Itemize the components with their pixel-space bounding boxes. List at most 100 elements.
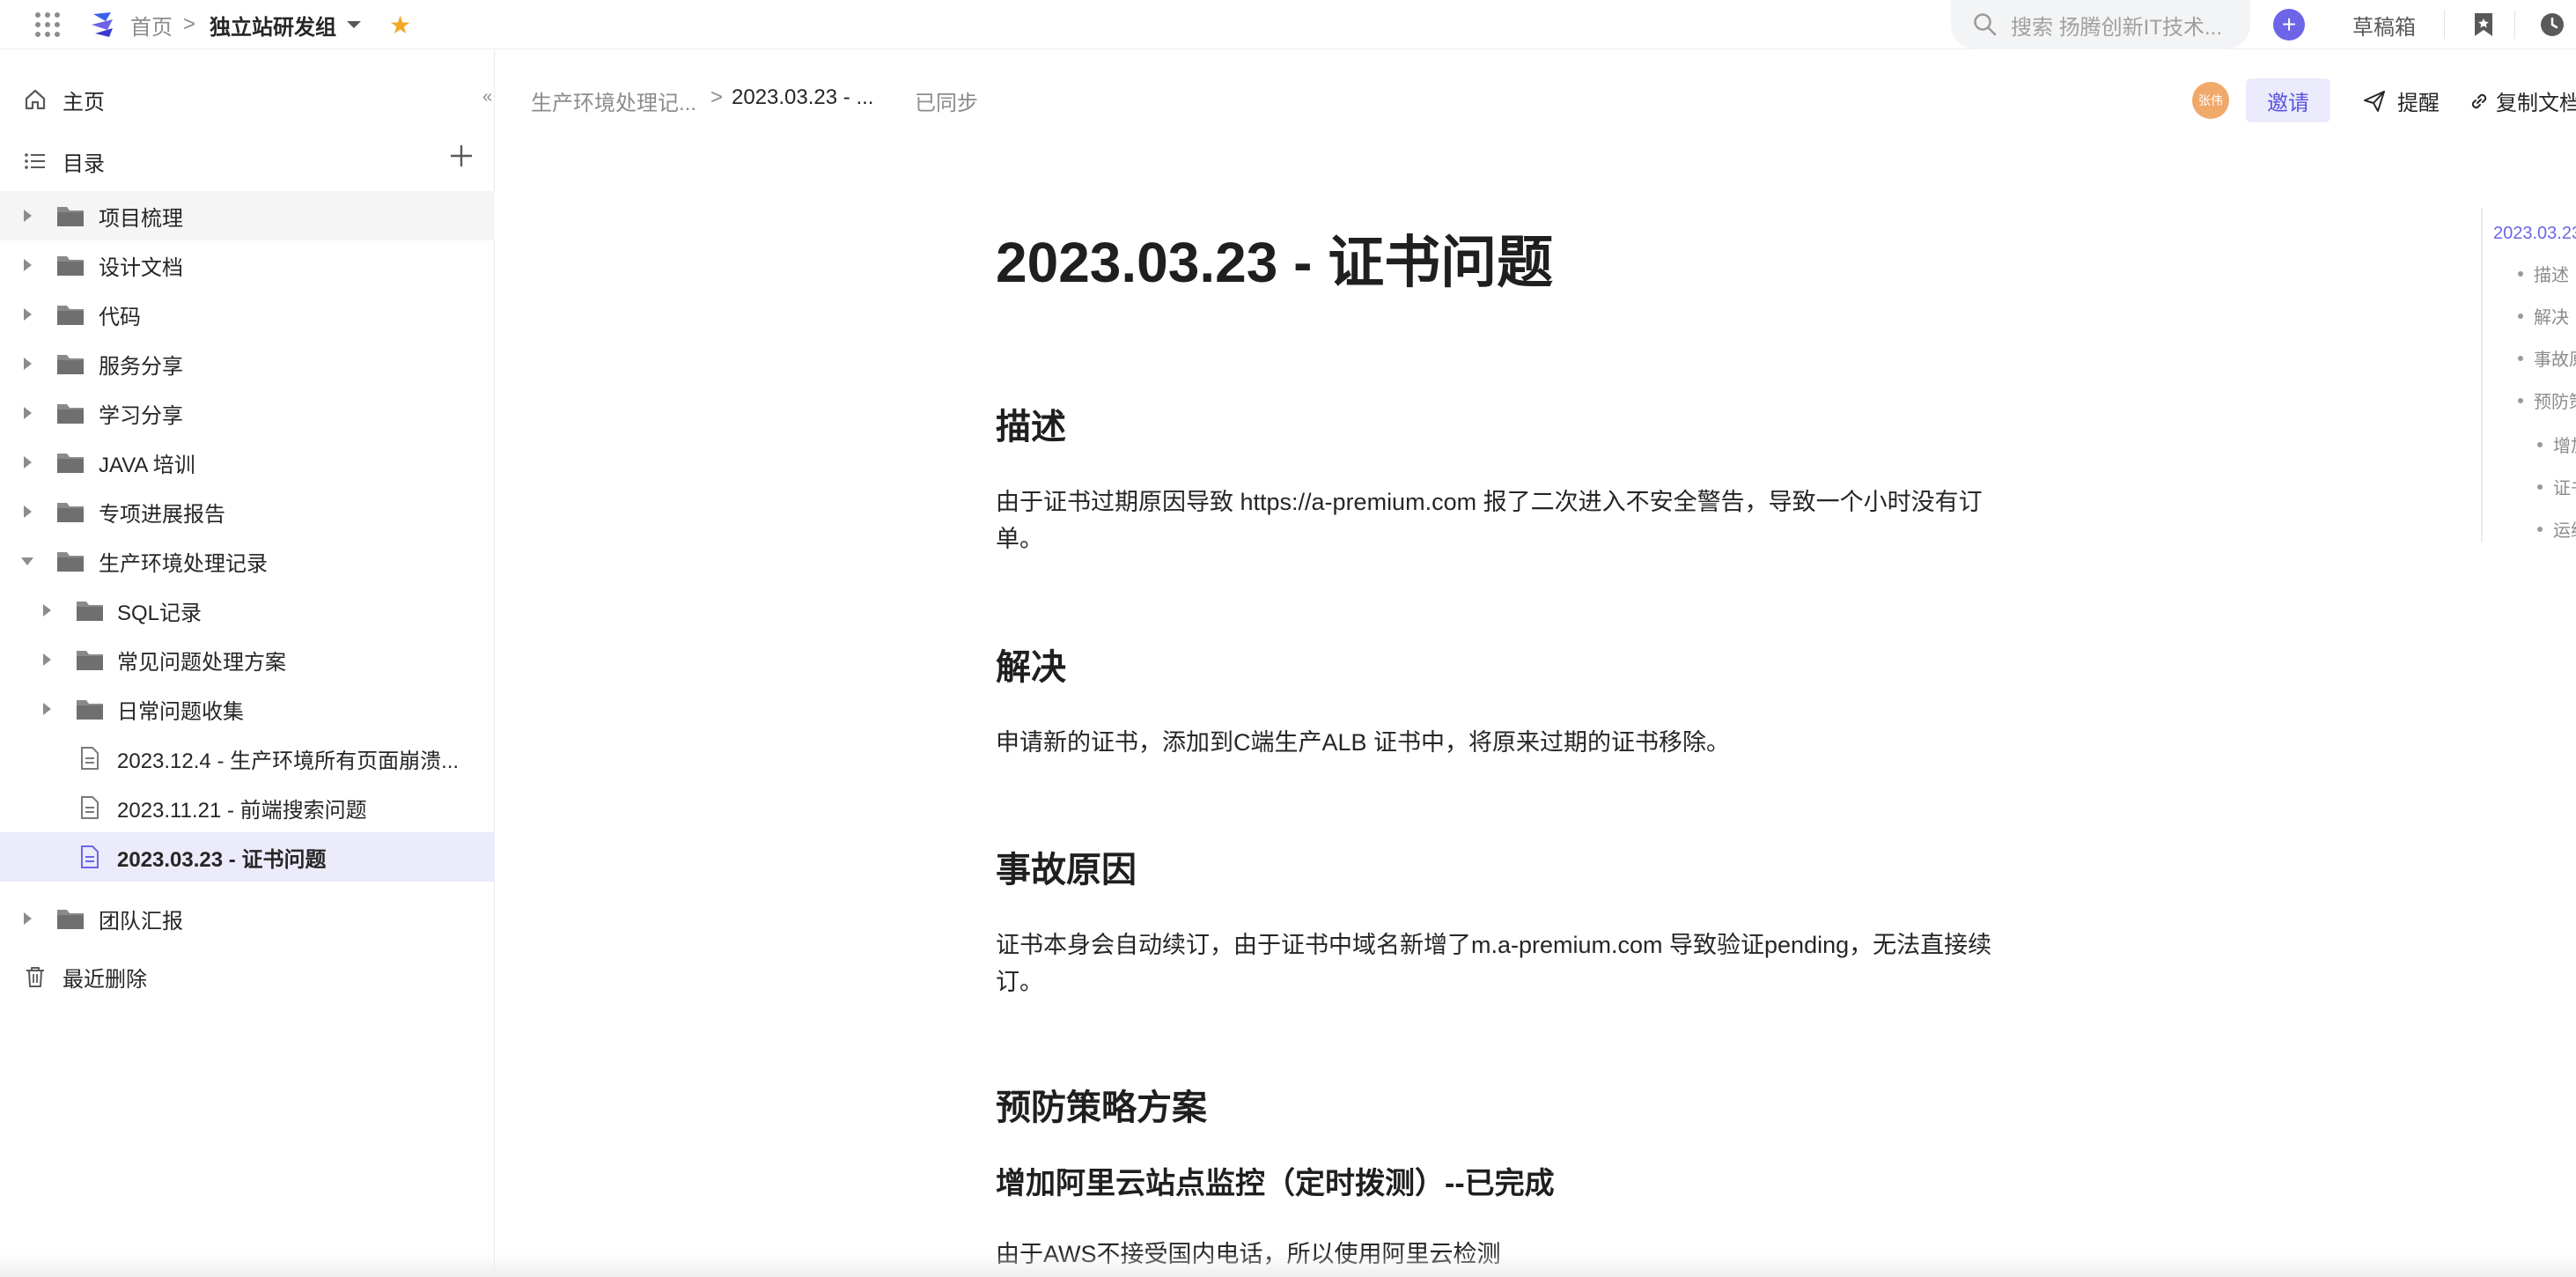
sidebar-item-label: 服务分享 [99, 354, 183, 379]
chevron-down-icon[interactable] [345, 11, 363, 39]
sidebar-item-folder[interactable]: 常见问题处理方案 [0, 635, 495, 684]
sidebar-item-label: 2023.11.21 - 前端搜索问题 [117, 798, 367, 823]
invite-button[interactable]: 邀请 [2246, 78, 2330, 122]
sidebar-item-doc-active[interactable]: 2023.03.23 - 证书问题 [0, 832, 495, 882]
remind-button[interactable]: 提醒 [2362, 85, 2440, 116]
copy-label: 复制文档 [2496, 92, 2576, 115]
folder-icon [56, 302, 85, 327]
sidebar-item-label: 学习分享 [99, 403, 183, 428]
folder-icon [56, 906, 85, 931]
caret-right-icon[interactable] [21, 454, 33, 471]
section-paragraph: 证书本身会自动续订，由于证书中域名新增了m.a-premium.com 导致验证… [996, 932, 1992, 995]
sidebar-item-folder[interactable]: 设计文档 [0, 240, 495, 290]
sidebar-item-folder[interactable]: 项目梳理 [0, 191, 495, 240]
remind-label: 提醒 [2397, 92, 2440, 115]
breadcrumb-separator: > [183, 12, 196, 36]
sidebar-item-label: 生产环境处理记录 [99, 551, 268, 576]
folder-icon [76, 647, 104, 672]
sidebar-item-folder[interactable]: SQL记录 [0, 586, 495, 635]
outline-item[interactable]: 事故原因 [2518, 345, 2576, 371]
folder-icon [76, 598, 104, 623]
sidebar-item-folder-expanded[interactable]: 生产环境处理记录 [0, 536, 495, 586]
sidebar-item-label: 常见问题处理方案 [117, 650, 286, 675]
outline-title[interactable]: 2023.03.23 - 证书问题 [2493, 218, 2576, 244]
sidebar-item-folder[interactable]: 专项进展报告 [0, 487, 495, 536]
outline-subitem[interactable]: 增加阿里云站点监控 [2537, 432, 2576, 457]
breadcrumb-current[interactable]: 2023.03.23 - ... [732, 85, 873, 110]
caret-right-icon[interactable] [21, 207, 33, 225]
section-heading: 描述 [996, 408, 1066, 447]
folder-icon [76, 697, 104, 721]
sidebar-item-folder[interactable]: 团队汇报 [0, 894, 495, 943]
outline-item[interactable]: 预防策略方案 [2518, 388, 2576, 413]
folder-icon [56, 450, 85, 475]
breadcrumb-home[interactable]: 首页 [130, 11, 173, 40]
home-icon [21, 85, 49, 114]
caret-right-icon[interactable] [21, 404, 33, 422]
caret-right-icon[interactable] [21, 503, 33, 520]
document-icon [77, 745, 102, 771]
sidebar-trash-label: 最近删除 [63, 967, 147, 992]
caret-right-icon[interactable] [21, 910, 33, 927]
section-heading: 事故原因 [996, 851, 1137, 889]
clock-icon[interactable] [2539, 11, 2565, 39]
space-name[interactable]: 独立站研发组 [210, 11, 336, 40]
breadcrumb-parent[interactable]: 生产环境处理记... [531, 85, 696, 116]
caret-right-icon[interactable] [40, 700, 53, 718]
outline-subitem[interactable]: 证书 [2537, 474, 2576, 499]
sidebar-item-label: 日常问题收集 [117, 699, 244, 724]
sidebar-item-label: 专项进展报告 [99, 502, 225, 527]
copy-document-button[interactable]: 复制文档 [2468, 85, 2576, 116]
search-icon [1974, 13, 1997, 36]
search-input[interactable]: 搜索 扬腾创新IT技术... [1951, 0, 2250, 49]
sidebar-item-doc[interactable]: 2023.11.21 - 前端搜索问题 [0, 783, 495, 832]
subsection-heading: 增加阿里云站点监控（定时拨测）--已完成 [996, 1167, 1555, 1200]
sidebar-home[interactable]: 主页 [0, 75, 495, 124]
divider [2444, 11, 2445, 39]
top-bar: 首页 > 独立站研发组 ★ 搜索 扬腾创新IT技术... + 草稿箱 [0, 0, 2576, 49]
caret-right-icon[interactable] [21, 306, 33, 323]
page-title: 2023.03.23 - 证书问题 [996, 231, 1554, 294]
search-placeholder: 搜索 扬腾创新IT技术... [2011, 15, 2222, 40]
sidebar-item-label: 2023.12.4 - 生产环境所有页面崩溃... [117, 749, 460, 773]
outline-item[interactable]: 解决 [2518, 303, 2569, 328]
divider [2514, 11, 2515, 39]
caret-right-icon[interactable] [21, 355, 33, 373]
sidebar-trash[interactable]: 最近删除 [0, 952, 495, 1001]
sidebar-item-folder[interactable]: 服务分享 [0, 339, 495, 388]
sidebar-item-folder[interactable]: 学习分享 [0, 388, 495, 438]
sidebar-item-folder[interactable]: JAVA 培训 [0, 438, 495, 487]
folder-icon [56, 499, 85, 524]
document-icon [77, 794, 102, 821]
drafts-button[interactable]: 草稿箱 [2352, 11, 2416, 40]
bookmark-icon[interactable] [2472, 11, 2495, 39]
sidebar-item-label: SQL记录 [117, 601, 202, 625]
add-icon[interactable] [447, 142, 475, 170]
caret-down-icon[interactable] [19, 552, 35, 570]
bottom-fade [0, 1252, 2576, 1277]
star-icon[interactable]: ★ [389, 11, 411, 39]
sidebar-item-label: 代码 [99, 305, 141, 329]
document-header: 生产环境处理记... > 2023.03.23 - ... 已同步 张伟 邀请 … [496, 50, 2576, 152]
sidebar-item-folder[interactable]: 日常问题收集 [0, 684, 495, 734]
avatar[interactable]: 张伟 [2192, 82, 2229, 119]
sidebar-item-folder[interactable]: 代码 [0, 290, 495, 339]
outline-subitem[interactable]: 运维 [2537, 516, 2576, 542]
list-icon [21, 147, 49, 175]
sync-status: 已同步 [915, 92, 978, 115]
folder-icon [56, 253, 85, 277]
apps-grid-icon[interactable] [33, 11, 62, 39]
folder-icon [56, 203, 85, 228]
document-outline: 2023.03.23 - 证书问题 描述 解决 事故原因 预防策略方案 增加阿里… [2481, 208, 2576, 543]
plus-icon[interactable]: + [2273, 9, 2305, 41]
outline-item[interactable]: 描述 [2518, 261, 2569, 286]
sidebar-item-label: 团队汇报 [99, 909, 183, 934]
caret-right-icon[interactable] [40, 651, 53, 668]
logo-icon[interactable] [88, 9, 118, 39]
section-heading: 解决 [996, 648, 1066, 687]
sidebar-item-doc[interactable]: 2023.12.4 - 生产环境所有页面崩溃... [0, 734, 495, 783]
caret-right-icon[interactable] [21, 256, 33, 274]
sidebar-toc-header[interactable]: 目录 [0, 137, 495, 186]
section-heading: 预防策略方案 [996, 1089, 1207, 1127]
caret-right-icon[interactable] [40, 602, 53, 619]
